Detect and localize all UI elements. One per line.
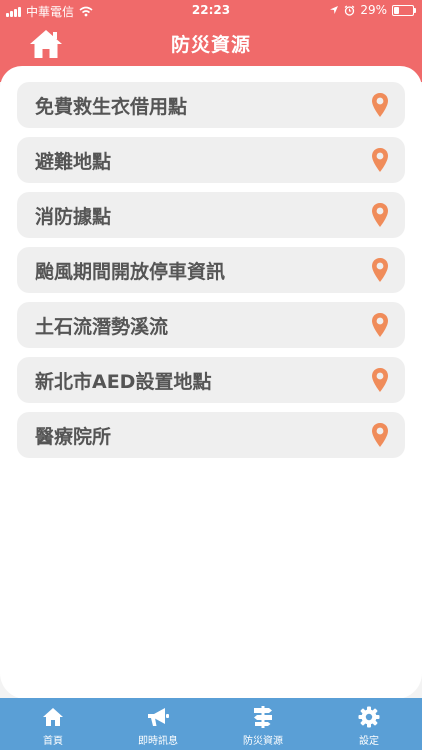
tab-bar: 首頁 即時訊息 防災資源 設定: [0, 698, 422, 750]
resource-item[interactable]: 免費救生衣借用點: [17, 82, 405, 128]
megaphone-icon: [148, 708, 169, 726]
tab-settings[interactable]: 設定: [329, 705, 409, 747]
map-pin-icon: [372, 258, 388, 282]
content-card: 免費救生衣借用點 避難地點 消防據點 颱風期間開放停車資訊 土石流潛勢溪流 新北…: [0, 66, 422, 699]
resource-item[interactable]: 土石流潛勢溪流: [17, 302, 405, 348]
alarm-icon: [344, 5, 355, 16]
resource-item[interactable]: 颱風期間開放停車資訊: [17, 247, 405, 293]
resource-list: 免費救生衣借用點 避難地點 消防據點 颱風期間開放停車資訊 土石流潛勢溪流 新北…: [17, 82, 405, 467]
map-pin-icon: [372, 148, 388, 172]
map-pin-icon: [372, 423, 388, 447]
resource-item-label: 新北市AED設置地點: [35, 370, 212, 393]
map-pin-icon: [372, 368, 388, 392]
resource-item-label: 避難地點: [35, 150, 112, 173]
status-bar: 中華電信 22:23 29%: [0, 0, 422, 22]
tab-resources[interactable]: 防災資源: [223, 705, 303, 747]
tab-label: 首頁: [43, 736, 63, 747]
map-pin-icon: [372, 313, 388, 337]
tab-home[interactable]: 首頁: [13, 705, 93, 747]
resource-item-label: 醫療院所: [35, 425, 112, 448]
signpost-icon: [254, 706, 272, 728]
tab-label: 即時訊息: [138, 736, 178, 747]
home-icon: [43, 708, 63, 726]
resource-item-label: 消防據點: [35, 205, 112, 228]
resource-item[interactable]: 消防據點: [17, 192, 405, 238]
status-right: 29%: [329, 3, 416, 17]
location-arrow-icon: [330, 6, 339, 14]
map-pin-icon: [372, 93, 388, 117]
resource-item-label: 土石流潛勢溪流: [35, 315, 169, 338]
resource-item-label: 免費救生衣借用點: [35, 95, 188, 118]
gear-icon: [358, 706, 380, 728]
page-title: 防災資源: [170, 34, 251, 56]
resource-item-label: 颱風期間開放停車資訊: [35, 260, 226, 283]
resource-item[interactable]: 醫療院所: [17, 412, 405, 458]
battery-icon: [392, 4, 416, 16]
tab-news[interactable]: 即時訊息: [118, 705, 198, 747]
tab-label: 設定: [359, 736, 379, 747]
map-pin-icon: [372, 203, 388, 227]
resource-item[interactable]: 新北市AED設置地點: [17, 357, 405, 403]
battery-percent: 29%: [360, 3, 387, 17]
resource-item[interactable]: 避難地點: [17, 137, 405, 183]
tab-label: 防災資源: [243, 736, 283, 747]
